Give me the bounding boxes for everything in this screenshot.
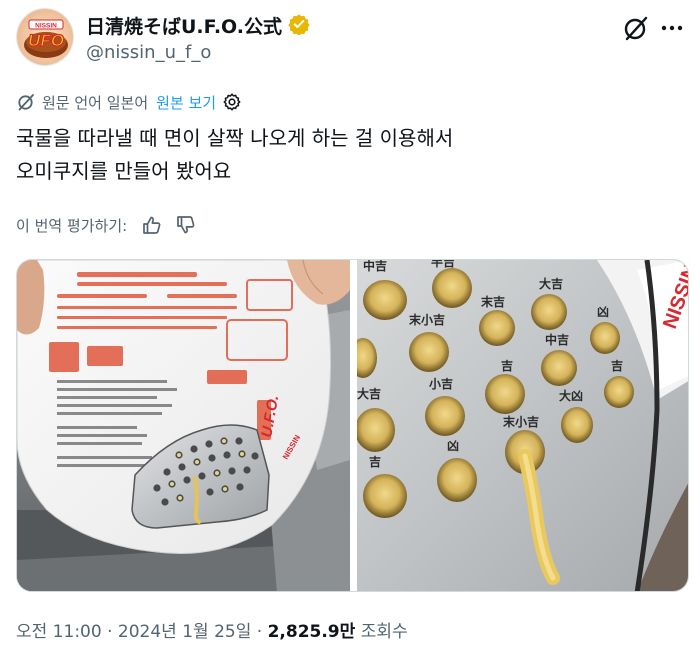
fortune-label: 凶 [447,439,459,453]
views-label: 조회수 [360,622,408,642]
fortune-label: 大凶 [559,388,583,403]
avatar[interactable]: NISSIN UFO [16,8,74,66]
thumbs-up-icon[interactable] [141,214,163,236]
avatar-logo: UFO [28,31,64,50]
fortune-label: 吉 [369,454,381,469]
fortune-label: 末小吉 [409,312,445,327]
fortune-label: 吉 [611,358,623,373]
fortune-label: 吉 [501,358,513,373]
fortune-label: 大吉 [539,276,563,291]
meta-separator: · [101,622,118,642]
fortune-label: 小吉 [429,376,453,391]
fortune-label: 半吉 [431,260,455,269]
views-count: 2,825.9만 [267,622,356,642]
fortune-label: 末小吉 [503,414,539,429]
translation-note: 원문 언어 일본어 [42,93,149,112]
verified-badge-icon [288,14,310,35]
grok-translate-icon [18,94,34,111]
media-grid: 0120-923-301 U.F.O. NISSIN [16,259,689,592]
author-name[interactable]: 日清焼そばU.F.O.公式 [86,12,282,39]
photo-left[interactable]: 0120-923-301 U.F.O. NISSIN [17,260,350,591]
translation-row: 원문 언어 일본어 원본 보기 [16,90,242,114]
gear-icon[interactable] [222,92,242,112]
tweet-text-line: 오미쿠지를 만들어 봤어요 [16,159,232,183]
photo-left-image: 0120-923-301 U.F.O. NISSIN [17,260,350,591]
rate-translation-row: 이 번역 평가하기: [16,212,203,238]
tweet-text: 국물을 따라낼 때 면이 살짝 나오게 하는 걸 이용해서 오미쿠지를 만들어 … [16,122,676,188]
show-original-link[interactable]: 원본 보기 [156,92,216,113]
author-handle[interactable]: @nissin_u_f_o [86,42,211,63]
thumbs-down-icon[interactable] [175,214,197,236]
avatar-brand: NISSIN [35,23,57,30]
grok-icon[interactable] [622,14,650,42]
fortune-label: 中吉 [363,260,387,273]
tweet-meta: 오전 11:00 · 2024년 1월 25일 · 2,825.9만 조회수 [16,617,408,642]
fortune-label: 凶 [597,305,609,319]
photo-right[interactable]: NISSIN 中吉 半吉 末吉 大吉 末小吉 凶 中吉 小吉 吉 大凶 吉 末小… [357,260,688,591]
fortune-label: 大吉 [357,386,381,401]
tweet-date[interactable]: 2024년 1월 25일 [118,622,251,642]
fortune-label: 中吉 [545,332,569,347]
photo-right-image: NISSIN 中吉 半吉 末吉 大吉 末小吉 凶 中吉 小吉 吉 大凶 吉 末小… [357,260,688,591]
tweet-text-line: 국물을 따라낼 때 면이 살짝 나오게 하는 걸 이용해서 [16,126,454,150]
fortune-label: 末吉 [481,294,505,309]
tweet-header: NISSIN UFO 日清焼そばU.F.O.公式 @nissin_u_f_o [16,8,684,70]
rate-translation-label: 이 번역 평가하기: [16,216,128,235]
more-options-icon[interactable] [656,12,688,44]
tweet-time[interactable]: 오전 11:00 [16,622,102,642]
meta-separator: · [251,622,268,642]
